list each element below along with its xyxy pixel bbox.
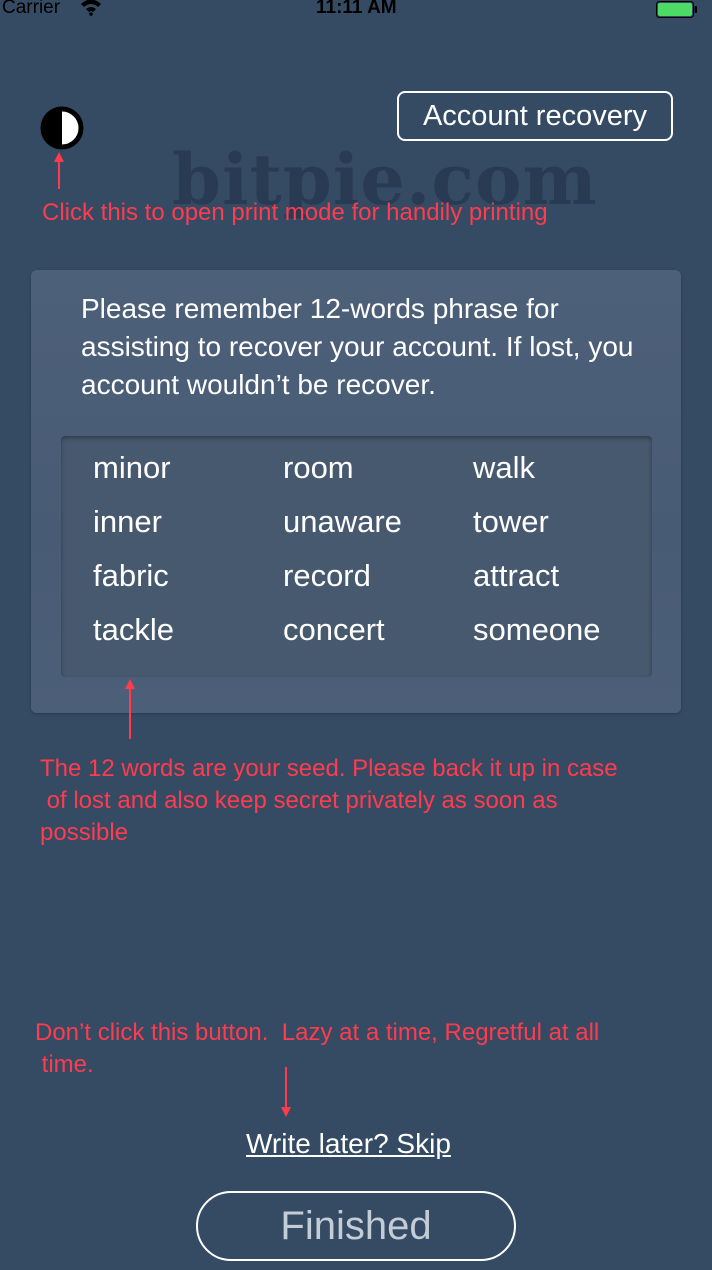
seed-word-box: minor room walk inner unaware tower fabr… bbox=[61, 436, 652, 677]
battery-icon bbox=[656, 1, 697, 18]
seed-word: someone bbox=[473, 612, 601, 647]
account-recovery-button[interactable]: Account recovery bbox=[397, 91, 673, 141]
skip-hint-line: time. bbox=[35, 1051, 94, 1078]
wifi-icon bbox=[81, 0, 101, 16]
seed-word: room bbox=[283, 450, 354, 485]
skip-link[interactable]: Write later? Skip bbox=[246, 1128, 451, 1160]
seed-word: concert bbox=[283, 612, 385, 647]
seed-word: walk bbox=[473, 450, 536, 485]
finished-button[interactable]: Finished bbox=[196, 1191, 516, 1261]
seed-hint-line: The 12 words are your seed. Please back … bbox=[40, 755, 618, 782]
seed-instructions: Please remember 12-words phrase for assi… bbox=[81, 293, 634, 400]
seed-card: Please remember 12-words phrase for assi… bbox=[31, 270, 681, 713]
seed-word: tackle bbox=[93, 612, 174, 647]
seed-hint-line: possible bbox=[40, 819, 129, 846]
seed-word: minor bbox=[93, 450, 171, 485]
seed-word: unaware bbox=[283, 504, 402, 539]
skip-hint-arrow-line bbox=[285, 1067, 287, 1108]
seed-word: attract bbox=[473, 558, 560, 593]
print-hint-annotation: Click this to open print mode for handil… bbox=[42, 199, 548, 226]
seed-word: fabric bbox=[93, 558, 169, 593]
seed-hint-line: of lost and also keep secret privately a… bbox=[40, 787, 558, 814]
skip-hint-line: Don’t click this button. Lazy at a time,… bbox=[35, 1019, 600, 1046]
seed-hint-annotation: The 12 words are your seed. Please back … bbox=[40, 753, 618, 849]
seed-word: record bbox=[283, 558, 371, 593]
seed-word: tower bbox=[473, 504, 549, 539]
skip-hint-annotation: Don’t click this button. Lazy at a time,… bbox=[35, 1017, 599, 1081]
status-bar: Carrier 11:11 AM bbox=[0, 0, 712, 22]
clock: 11:11 AM bbox=[316, 0, 397, 18]
print-hint-arrow-line bbox=[58, 160, 60, 189]
seed-hint-arrow-line bbox=[129, 687, 131, 739]
seed-word: inner bbox=[93, 504, 162, 539]
print-mode-icon[interactable] bbox=[40, 106, 84, 150]
carrier-label: Carrier bbox=[2, 0, 61, 18]
skip-hint-arrow-head bbox=[281, 1107, 291, 1117]
